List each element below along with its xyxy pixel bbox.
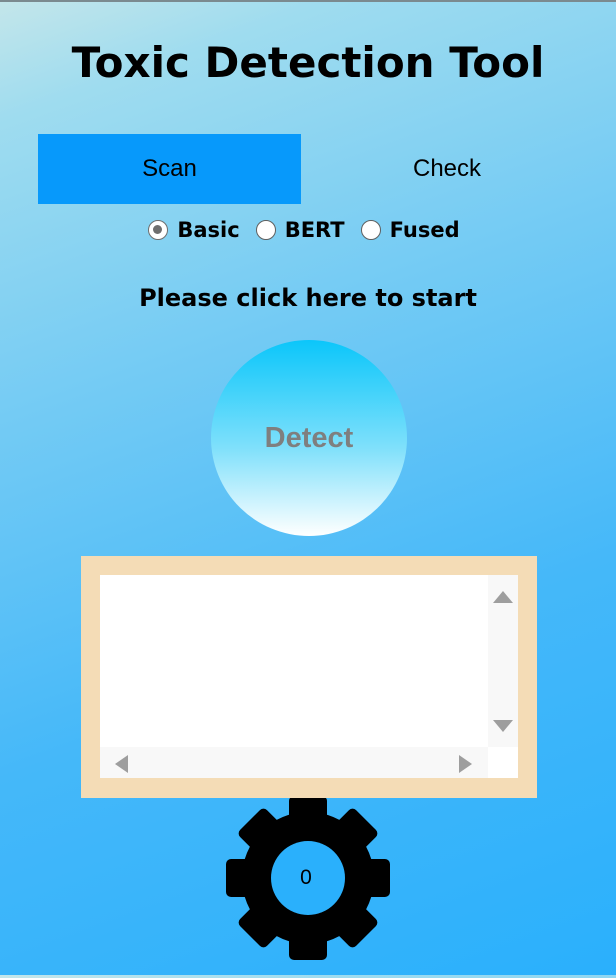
vertical-scrollbar[interactable]	[488, 575, 518, 747]
detect-button[interactable]: Detect	[211, 340, 407, 536]
tab-scan[interactable]: Scan	[38, 134, 301, 204]
instruction-text: Please click here to start	[139, 284, 477, 312]
output-frame	[81, 556, 537, 798]
scroll-right-arrow-icon[interactable]	[459, 755, 472, 773]
radio-basic[interactable]	[148, 220, 169, 240]
tab-check[interactable]: Check	[316, 134, 578, 204]
radio-fused-label: Fused	[389, 218, 460, 242]
scroll-up-arrow-icon[interactable]	[493, 591, 513, 603]
tab-scan-label: Scan	[142, 155, 197, 182]
output-textarea[interactable]	[100, 575, 488, 747]
radio-basic-label: Basic	[177, 218, 240, 242]
tab-check-label: Check	[412, 155, 482, 182]
detect-button-label: Detect	[264, 421, 354, 454]
scroll-left-arrow-icon[interactable]	[115, 755, 128, 773]
radio-fused[interactable]	[360, 220, 381, 240]
gear-count: 0	[300, 866, 312, 889]
page-title: Toxic Detection Tool	[71, 38, 545, 87]
scroll-down-arrow-icon[interactable]	[493, 720, 513, 732]
scrollbar-corner	[488, 747, 518, 778]
window-top-border	[0, 0, 616, 2]
radio-option-fused[interactable]: Fused	[360, 218, 468, 242]
radio-option-bert[interactable]: BERT	[255, 218, 353, 242]
horizontal-scrollbar[interactable]	[100, 747, 518, 778]
settings-gear-button[interactable]: 0	[219, 798, 397, 978]
output-area	[100, 575, 518, 778]
radio-bert-label: BERT	[284, 218, 345, 242]
model-radio-group: Basic BERT Fused	[0, 218, 616, 242]
radio-bert[interactable]	[255, 220, 276, 240]
radio-option-basic[interactable]: Basic	[148, 218, 247, 242]
